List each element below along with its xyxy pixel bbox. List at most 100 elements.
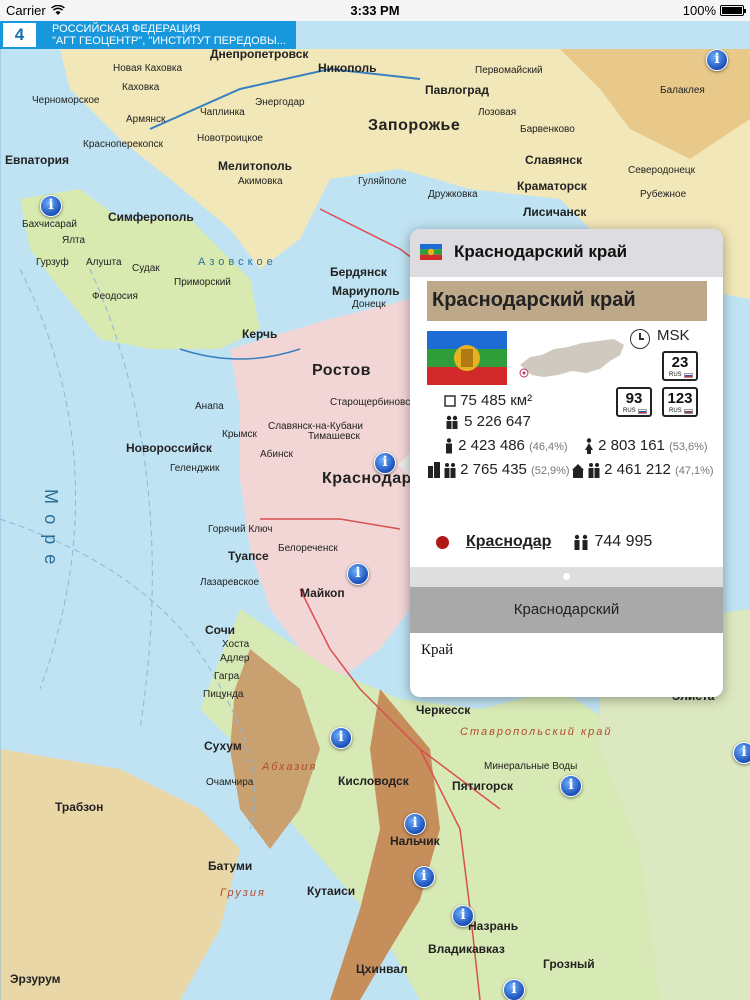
sea-label: Азовское [198, 256, 277, 268]
info-pin[interactable]: i [40, 195, 62, 217]
page-number[interactable]: 4 [3, 23, 36, 47]
map-label: Запорожье [368, 117, 461, 134]
map-label: Абхазия [262, 761, 318, 773]
people-icon [574, 534, 588, 550]
map-label: Черкесск [416, 703, 471, 717]
rural-stat: 2 461 212 (47,1%) [572, 461, 714, 479]
info-pin[interactable]: i [413, 866, 435, 888]
popup-header[interactable]: Краснодарский край [410, 229, 723, 277]
region-name-bar[interactable]: Краснодарский [410, 587, 723, 633]
urban-value: 2 765 435 [460, 461, 527, 478]
map-label: Черноморское [32, 95, 100, 106]
plate-rus: RUS [669, 372, 682, 378]
map-label: Акимовка [238, 176, 283, 187]
region-type-label: Край [421, 642, 454, 658]
info-pin[interactable]: i [347, 563, 369, 585]
map-label: Новотроицкое [197, 133, 263, 144]
map-label: Очамчира [206, 777, 254, 788]
female-value: 2 803 161 [598, 437, 665, 454]
map-label: Сочи [205, 623, 236, 637]
capital-link[interactable]: Краснодар [466, 533, 551, 551]
map-label: Туапсе [228, 549, 269, 563]
map-label: Краматорск [517, 179, 587, 193]
info-pin[interactable]: i [733, 742, 750, 764]
urban-population-icon [428, 462, 456, 479]
map-label: Трабзон [55, 800, 104, 814]
region-flag-large-icon [427, 331, 507, 385]
russia-locator-map [519, 339, 624, 378]
male-value: 2 423 486 [458, 437, 525, 454]
capital-population-value: 744 995 [594, 533, 653, 550]
map-label: Майкоп [300, 586, 345, 600]
info-pin[interactable]: i [706, 49, 728, 71]
license-plate: 123 RUS [662, 387, 698, 417]
capital-population: 744 995 [572, 533, 652, 551]
map-label: Павлоград [425, 83, 489, 97]
map-label: Ялта [62, 235, 86, 246]
battery-status: 100% [682, 3, 746, 18]
battery-percent: 100% [682, 3, 716, 18]
map-label: Цхинвал [356, 962, 408, 976]
map-label: Владикавказ [428, 942, 505, 956]
info-pin[interactable]: i [503, 979, 525, 1000]
map-label: Крымск [222, 429, 257, 440]
clock-time: 3:33 PM [350, 3, 400, 18]
page-indicator[interactable] [410, 567, 723, 587]
map-label: Ростов [312, 362, 371, 379]
map-label: Пицунда [203, 689, 244, 700]
map-label: Геленджик [170, 463, 220, 474]
map-label: Адлер [220, 653, 250, 664]
map-label: Грозный [543, 957, 595, 971]
map-label: Красноперекопск [83, 139, 163, 150]
area-value: 75 485 км² [460, 392, 533, 409]
russian-flag-icon [684, 373, 693, 378]
russian-flag-icon [638, 409, 647, 414]
plate-code: 23 [671, 354, 689, 371]
rural-value: 2 461 212 [604, 461, 671, 478]
map-label: Славянск [525, 153, 583, 167]
population-value: 5 226 647 [464, 413, 531, 430]
male-icon [446, 438, 452, 454]
clock-icon [630, 329, 650, 349]
map-label: Лисичанск [523, 205, 587, 219]
female-icon [585, 438, 593, 455]
info-pin[interactable]: i [374, 452, 396, 474]
urban-percent: (52,9%) [531, 465, 570, 477]
map-header[interactable]: 4 РОССИЙСКАЯ ФЕДЕРАЦИЯ "АГТ ГЕОЦЕНТР", "… [0, 21, 296, 49]
info-pin[interactable]: i [560, 775, 582, 797]
urban-stat: 2 765 435 (52,9%) [428, 461, 570, 479]
rural-population-icon [572, 463, 600, 479]
map-label: Бердянск [330, 265, 387, 279]
info-pin[interactable]: i [452, 905, 474, 927]
info-pin[interactable]: i [330, 727, 352, 749]
card-title: Краснодарский край [432, 289, 636, 311]
map-label: Лазаревское [200, 577, 260, 588]
map-label: Северодонецк [628, 165, 696, 176]
map-label: Хоста [222, 639, 250, 650]
info-pin[interactable]: i [404, 813, 426, 835]
map-label: Керчь [242, 327, 278, 341]
map-label: Анапа [195, 401, 224, 412]
female-percent: (53,6%) [669, 441, 708, 453]
plate-code: 123 [667, 390, 693, 407]
map-label: Кисловодск [338, 774, 409, 788]
map-label: Армянск [126, 114, 166, 125]
map-label: Рубежное [640, 189, 687, 200]
map-label: Барвенково [520, 124, 575, 135]
map-label: Нальчик [390, 834, 440, 848]
map-label: Минеральные Воды [484, 761, 578, 772]
map-label: Тимашевск [308, 431, 360, 442]
page-dot[interactable] [563, 573, 570, 580]
status-bar: Carrier 3:33 PM 100% [0, 0, 750, 21]
map-label: Белореченск [278, 543, 338, 554]
male-percent: (46,4%) [529, 441, 568, 453]
map-label: Эрзурум [10, 972, 61, 986]
map-label: Евпатория [5, 153, 70, 167]
timezone-label: MSK [657, 327, 690, 344]
map-label: Симферополь [108, 210, 194, 224]
map-label: Новороссийск [126, 441, 212, 455]
region-popup[interactable]: Краснодарский край Краснодарский край MS… [410, 229, 723, 697]
map-label: Чаплинка [200, 107, 245, 118]
area-icon [444, 395, 456, 407]
map-label: Энергодар [255, 97, 305, 108]
